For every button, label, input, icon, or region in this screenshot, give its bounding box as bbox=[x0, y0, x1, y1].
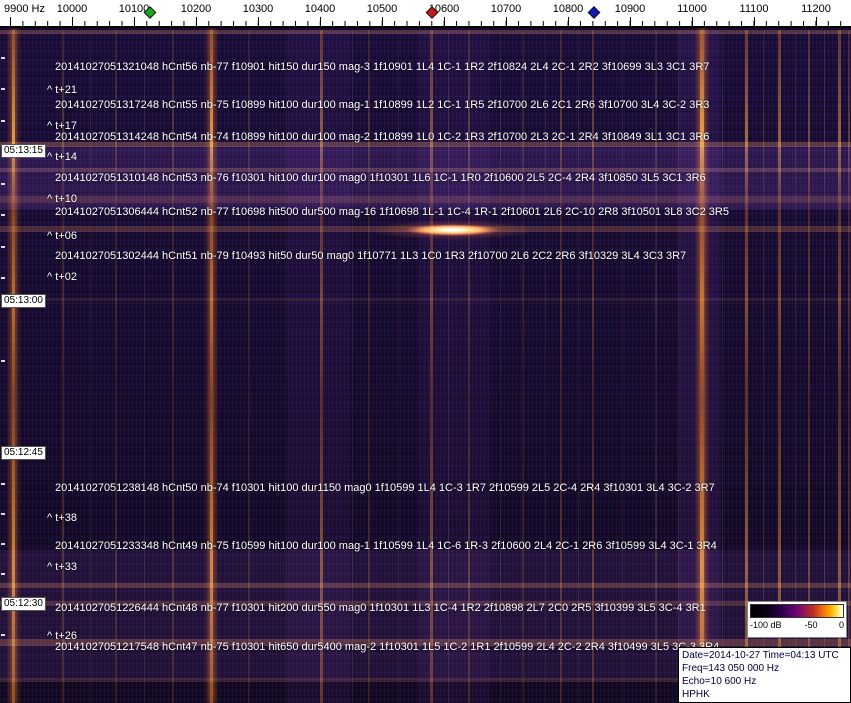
log-entry: 20141027051233348 hCnt49 nb-75 f10599 hi… bbox=[55, 540, 717, 552]
edge-tick bbox=[1, 573, 5, 575]
edge-tick bbox=[1, 483, 5, 485]
edge-tick bbox=[1, 634, 5, 636]
log-time-marker: ^ t+21 bbox=[47, 84, 77, 96]
info-frequency: Freq=143 050 000 Hz bbox=[682, 663, 780, 674]
time-label: 05:12:45 bbox=[1, 446, 46, 460]
db-max-label: 0 bbox=[838, 620, 844, 630]
ruler-label: 10500 bbox=[366, 3, 398, 15]
log-entry: 20141027051321048 hCnt56 nb-77 f10901 hi… bbox=[55, 61, 710, 73]
ruler-label: 9900 Hz bbox=[4, 3, 45, 15]
ruler-major-ticks bbox=[0, 17, 851, 26]
db-gradient-bar bbox=[750, 604, 844, 618]
ruler-label: 10200 bbox=[180, 3, 212, 15]
log-entry: 20141027051310148 hCnt53 nb-76 f10301 hi… bbox=[55, 172, 706, 184]
edge-tick bbox=[1, 214, 5, 216]
ruler-label: 11200 bbox=[801, 3, 831, 15]
log-entry: 20141027051306444 hCnt52 nb-77 f10698 hi… bbox=[55, 206, 729, 218]
log-time-marker: ^ t+10 bbox=[47, 193, 77, 205]
log-time-marker: ^ t+14 bbox=[47, 151, 77, 163]
log-entry: 20141027051217548 hCnt47 nb-75 f10301 hi… bbox=[55, 641, 720, 653]
ruler-label: 10700 bbox=[490, 3, 522, 15]
signal-band bbox=[0, 196, 851, 203]
ruler-label: 10900 bbox=[614, 3, 646, 15]
log-entry: 20141027051238148 hCnt50 nb-74 f10301 hi… bbox=[55, 482, 715, 494]
log-entry: 20141027051226444 hCnt48 nb-77 f10301 hi… bbox=[55, 602, 706, 614]
info-station: HPHK bbox=[682, 689, 710, 700]
time-label: 05:13:15 bbox=[1, 144, 46, 158]
station-info-box: Date=2014-10-27 Time=04:13 UTC Freq=143 … bbox=[678, 647, 851, 703]
signal-band bbox=[0, 30, 851, 34]
time-label: 05:12:30 bbox=[1, 597, 46, 611]
edge-tick bbox=[1, 277, 5, 279]
signal-band bbox=[0, 298, 851, 301]
ruler-label: 10800 bbox=[552, 3, 584, 15]
edge-tick bbox=[1, 88, 5, 90]
log-entry: 20141027051314248 hCnt54 nb-74 f10899 hi… bbox=[55, 131, 710, 143]
meteor-echo bbox=[405, 224, 500, 236]
db-min-label: -100 dB bbox=[750, 620, 782, 630]
edge-tick bbox=[1, 513, 5, 515]
log-time-marker: ^ t+33 bbox=[47, 561, 77, 573]
log-time-marker: ^ t+38 bbox=[47, 512, 77, 524]
signal-band bbox=[0, 583, 851, 588]
db-color-scale: -100 dB -50 0 bbox=[747, 601, 847, 638]
ruler-label: 10400 bbox=[304, 3, 336, 15]
log-time-marker: ^ t+02 bbox=[47, 271, 77, 283]
edge-tick bbox=[1, 543, 5, 545]
log-entry: 20141027051317248 hCnt55 nb-75 f10899 hi… bbox=[55, 99, 710, 111]
ruler-label: 10000 bbox=[56, 3, 88, 15]
ruler-label: 11100 bbox=[739, 3, 769, 15]
edge-tick bbox=[1, 360, 5, 362]
ruler-label: 10300 bbox=[242, 3, 274, 15]
spectrogram-app: 9900 Hz 10000 10100 10200 10300 10400 10… bbox=[0, 0, 851, 703]
info-date-time: Date=2014-10-27 Time=04:13 UTC bbox=[682, 650, 839, 661]
edge-tick bbox=[1, 183, 5, 185]
db-scale-labels: -100 dB -50 0 bbox=[750, 620, 844, 632]
info-echo: Echo=10 600 Hz bbox=[682, 676, 757, 687]
db-mid-label: -50 bbox=[804, 620, 818, 630]
edge-tick bbox=[1, 246, 5, 248]
edge-tick bbox=[1, 57, 5, 59]
ruler-label: 11000 bbox=[677, 3, 707, 15]
time-label: 05:13:00 bbox=[1, 294, 46, 308]
log-entry: 20141027051302444 hCnt51 nb-79 f10493 hi… bbox=[55, 250, 687, 262]
log-time-marker: ^ t+06 bbox=[47, 230, 77, 242]
frequency-ruler: 9900 Hz 10000 10100 10200 10300 10400 10… bbox=[0, 0, 851, 28]
edge-tick bbox=[1, 120, 5, 122]
